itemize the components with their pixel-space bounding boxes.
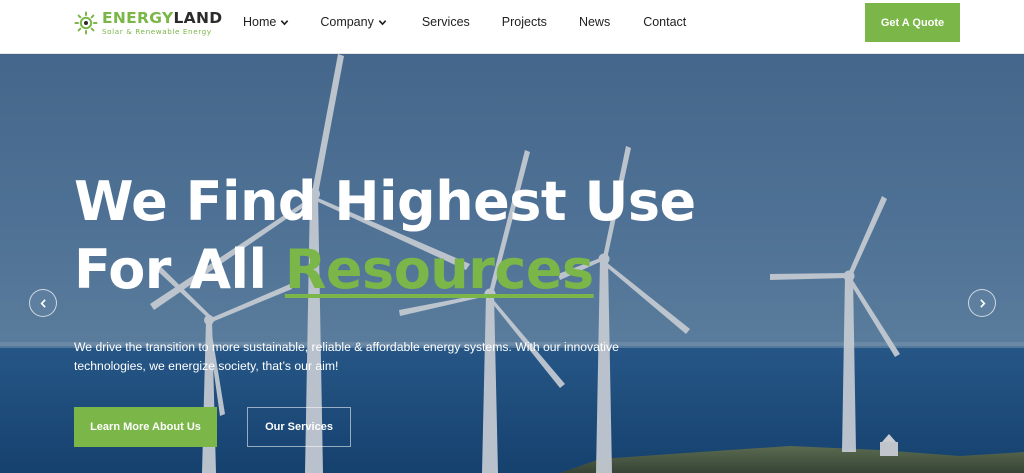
- nav-item-projects[interactable]: Projects: [502, 15, 547, 29]
- sun-icon: [74, 11, 98, 35]
- brand-text: ENERGYLAND Solar & Renewable Energy: [102, 8, 223, 37]
- hero-slider: We Find Highest Use For All Resources We…: [0, 54, 1024, 473]
- chevron-left-icon: [40, 298, 46, 308]
- nav-item-label: Home: [243, 15, 277, 29]
- nav-item-services[interactable]: Services: [422, 15, 470, 29]
- brand-name-part2: LAND: [173, 8, 223, 27]
- nav-item-contact[interactable]: Contact: [643, 15, 686, 29]
- slider-next-button[interactable]: [968, 289, 996, 317]
- hero-title-line2-prefix: For All: [74, 238, 285, 301]
- brand-logo[interactable]: ENERGYLAND Solar & Renewable Energy: [74, 8, 222, 38]
- hero-title-highlight: Resources: [284, 238, 594, 301]
- brand-name-part1: ENERGY: [102, 8, 174, 27]
- brand-name: ENERGYLAND: [102, 8, 223, 27]
- nav-item-label: Services: [421, 15, 470, 29]
- get-a-quote-button[interactable]: Get A Quote: [865, 3, 960, 42]
- our-services-button[interactable]: Our Services: [247, 407, 351, 447]
- chevron-down-icon: [378, 19, 387, 25]
- hero-description: We drive the transition to more sustaina…: [74, 340, 619, 373]
- nav-item-label: Projects: [501, 15, 547, 29]
- hero-title-line1: We Find Highest Use: [74, 170, 696, 233]
- hero-title: We Find Highest Use For All Resources: [74, 168, 696, 304]
- learn-more-button[interactable]: Learn More About Us: [74, 407, 217, 447]
- nav-item-news[interactable]: News: [579, 15, 610, 29]
- nav-item-company[interactable]: Company: [320, 15, 387, 29]
- nav-item-label: News: [578, 15, 611, 29]
- slider-prev-button[interactable]: [29, 289, 57, 317]
- chevron-right-icon: [979, 298, 985, 308]
- brand-tagline: Solar & Renewable Energy: [102, 27, 212, 37]
- chevron-down-icon: [281, 19, 289, 25]
- main-nav: Home Company Services Projects News Cont…: [243, 0, 686, 44]
- nav-item-home[interactable]: Home: [243, 15, 289, 29]
- nav-item-label: Company: [320, 15, 374, 29]
- nav-item-label: Contact: [643, 15, 687, 29]
- site-header: ENERGYLAND Solar & Renewable Energy Home…: [0, 0, 1024, 54]
